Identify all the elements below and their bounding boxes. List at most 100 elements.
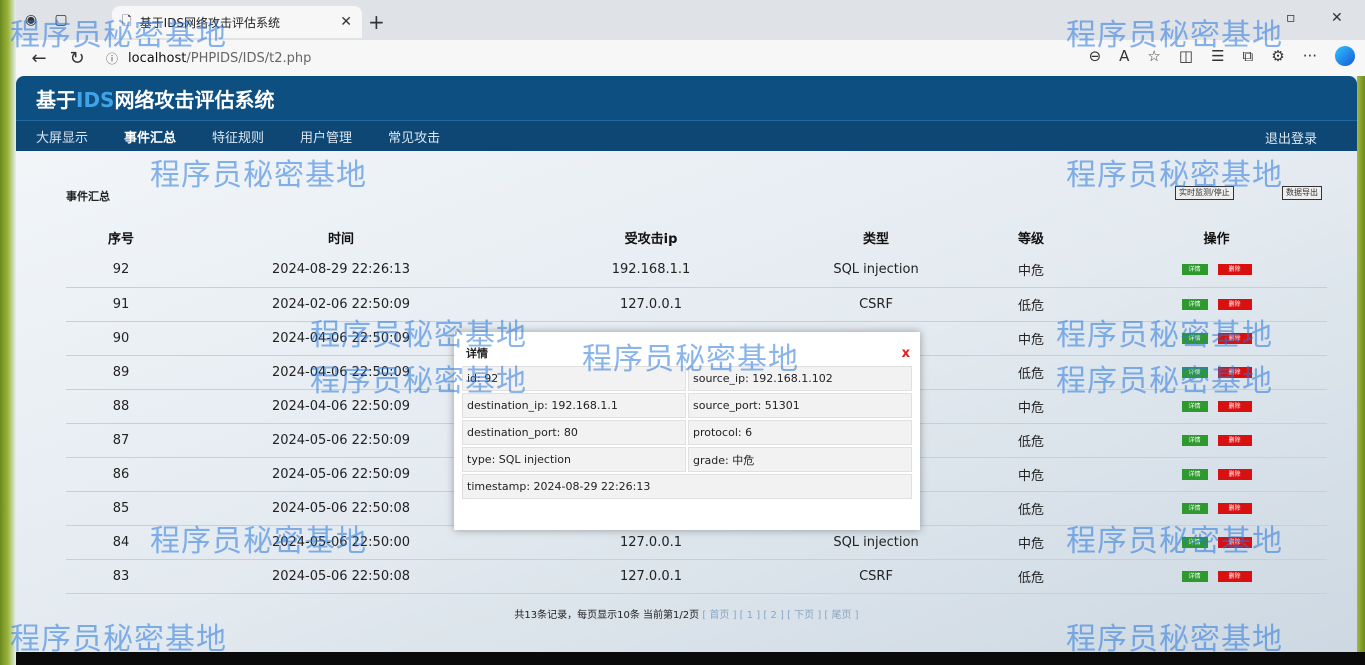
new-tab-button[interactable]: + — [368, 10, 385, 34]
url-field[interactable]: ⓘ localhost/PHPIDS/IDS/t2.php — [106, 50, 311, 67]
cell-id: 90 — [66, 321, 176, 356]
menu-item-users[interactable]: 用户管理 — [300, 127, 352, 146]
detail-grid: id: 92 source_ip: 192.168.1.102 destinat… — [462, 366, 912, 499]
menu-item-dashboard[interactable]: 大屏显示 — [36, 127, 88, 146]
delete-button[interactable]: 删除 — [1217, 502, 1252, 514]
table-row: 84 2024-05-06 22:50:00 127.0.0.1 SQL inject… — [66, 525, 1327, 560]
pagination-links[interactable]: [ 首页 ] [ 1 ] [ 2 ] [ 下页 ] [ 尾页 ] — [702, 610, 858, 621]
cell-id: 84 — [66, 525, 176, 560]
header-ip: 受攻击ip — [624, 231, 678, 247]
header-id: 序号 — [107, 231, 134, 247]
cell-actions: 详情 删除 — [1106, 559, 1327, 594]
tab-close-icon[interactable]: ✕ — [340, 14, 352, 30]
modal-title: 详情 — [466, 347, 488, 360]
split-screen-icon[interactable]: ◫ — [1179, 47, 1193, 65]
detail-button[interactable]: 详情 — [1181, 298, 1208, 310]
menu-item-rules[interactable]: 特征规则 — [212, 127, 264, 146]
detail-button[interactable]: 详情 — [1181, 400, 1208, 412]
detail-destination-port: destination_port: 80 — [462, 420, 686, 445]
detail-destination-ip: destination_ip: 192.168.1.1 — [462, 393, 686, 418]
menu-item-events[interactable]: 事件汇总 — [124, 127, 176, 146]
cell-time: 2024-05-06 22:50:00 — [176, 525, 506, 560]
cell-actions: 详情 删除 — [1106, 355, 1327, 390]
cell-grade: 中危 — [956, 525, 1106, 560]
delete-button[interactable]: 删除 — [1217, 332, 1252, 344]
window-close-icon[interactable]: ✕ — [1331, 10, 1343, 26]
refresh-icon[interactable]: ↻ — [62, 43, 92, 73]
detail-button[interactable]: 详情 — [1181, 434, 1208, 446]
cell-ip: 192.168.1.1 — [506, 253, 796, 288]
profile-icon[interactable]: ◉ — [16, 5, 46, 35]
cell-grade: 中危 — [956, 389, 1106, 424]
cell-id: 92 — [66, 253, 176, 288]
info-icon[interactable]: ⓘ — [106, 50, 118, 67]
detail-button[interactable]: 详情 — [1181, 468, 1208, 480]
header-actions: 操作 — [1203, 231, 1230, 247]
cell-type: SQL injection — [796, 253, 956, 288]
main-menu: 大屏显示 事件汇总 特征规则 用户管理 常见攻击 — [16, 120, 1357, 151]
cell-actions: 详情 删除 — [1106, 389, 1327, 424]
cell-type: CSRF — [796, 287, 956, 322]
read-aloud-icon[interactable]: A — [1119, 47, 1129, 65]
cell-id: 86 — [66, 457, 176, 492]
cell-time: 2024-05-06 22:50:08 — [176, 559, 506, 594]
modal-close-button[interactable]: x — [902, 346, 910, 361]
cell-id: 89 — [66, 355, 176, 390]
zoom-icon[interactable]: ⊖ — [1089, 47, 1102, 65]
back-icon[interactable]: ← — [24, 43, 54, 73]
export-button[interactable]: 数据导出 — [1282, 186, 1322, 200]
table-row: 83 2024-05-06 22:50:08 127.0.0.1 CSRF 低危 详情 删除 — [66, 559, 1327, 594]
cell-id: 83 — [66, 559, 176, 594]
detail-button[interactable]: 详情 — [1181, 332, 1208, 344]
section-title: 事件汇总 — [66, 190, 110, 203]
cell-actions: 详情 删除 — [1106, 253, 1327, 288]
detail-button[interactable]: 详情 — [1181, 570, 1208, 582]
delete-button[interactable]: 删除 — [1217, 434, 1252, 446]
copilot-icon[interactable] — [1335, 46, 1355, 66]
restore-icon[interactable]: ▫ — [1286, 10, 1296, 26]
detail-button[interactable]: 详情 — [1181, 502, 1208, 514]
detail-button[interactable]: 详情 — [1181, 264, 1208, 276]
delete-button[interactable]: 删除 — [1217, 264, 1252, 276]
cell-actions: 详情 删除 — [1106, 525, 1327, 560]
detail-button[interactable]: 详情 — [1181, 366, 1208, 378]
realtime-toggle-button[interactable]: 实时监测/停止 — [1175, 186, 1234, 200]
cell-grade: 中危 — [956, 253, 1106, 288]
cell-grade: 中危 — [956, 321, 1106, 356]
delete-button[interactable]: 删除 — [1217, 366, 1252, 378]
table-row: 91 2024-02-06 22:50:09 127.0.0.1 CSRF 低危 详情 删除 — [66, 287, 1327, 322]
favorite-icon[interactable]: ☆ — [1147, 47, 1160, 65]
browser-tab[interactable]: 🗋 基于IDS网络攻击评估系统 ✕ — [112, 6, 362, 38]
delete-button[interactable]: 删除 — [1217, 298, 1252, 310]
cell-grade: 低危 — [956, 559, 1106, 594]
cell-ip: 127.0.0.1 — [506, 287, 796, 322]
collections-icon[interactable]: ⧉ — [1243, 47, 1254, 65]
cell-actions: 详情 删除 — [1106, 423, 1327, 458]
cell-ip: 127.0.0.1 — [506, 525, 796, 560]
detail-id: id: 92 — [462, 366, 686, 391]
delete-button[interactable]: 删除 — [1217, 536, 1252, 548]
cell-id: 85 — [66, 491, 176, 526]
menu-item-attacks[interactable]: 常见攻击 — [388, 127, 440, 146]
header-type: 类型 — [862, 231, 889, 247]
delete-button[interactable]: 删除 — [1217, 468, 1252, 480]
cell-ip: 127.0.0.1 — [506, 559, 796, 594]
cell-id: 87 — [66, 423, 176, 458]
detail-grade: grade: 中危 — [688, 447, 912, 472]
app-title: 基于IDS网络攻击评估系统 — [36, 87, 275, 112]
cell-type: SQL injection — [796, 525, 956, 560]
favorites-list-icon[interactable]: ☰ — [1211, 47, 1224, 65]
app-header: 基于IDS网络攻击评估系统 — [16, 76, 1357, 120]
url-host: localhost — [128, 50, 187, 66]
cell-actions: 详情 删除 — [1106, 287, 1327, 322]
more-icon[interactable]: ··· — [1303, 47, 1317, 65]
detail-timestamp: timestamp: 2024-08-29 22:26:13 — [462, 474, 912, 499]
delete-button[interactable]: 删除 — [1217, 570, 1252, 582]
browser-tab-bar: ◉ ▢ 🗋 基于IDS网络攻击评估系统 ✕ + ▫ ✕ — [16, 0, 1365, 40]
extensions-icon[interactable]: ⚙ — [1271, 47, 1284, 65]
tab-actions-icon[interactable]: ▢ — [46, 5, 76, 35]
delete-button[interactable]: 删除 — [1217, 400, 1252, 412]
detail-button[interactable]: 详情 — [1181, 536, 1208, 548]
logout-link[interactable]: 退出登录 — [1265, 128, 1317, 147]
cell-type: CSRF — [796, 559, 956, 594]
